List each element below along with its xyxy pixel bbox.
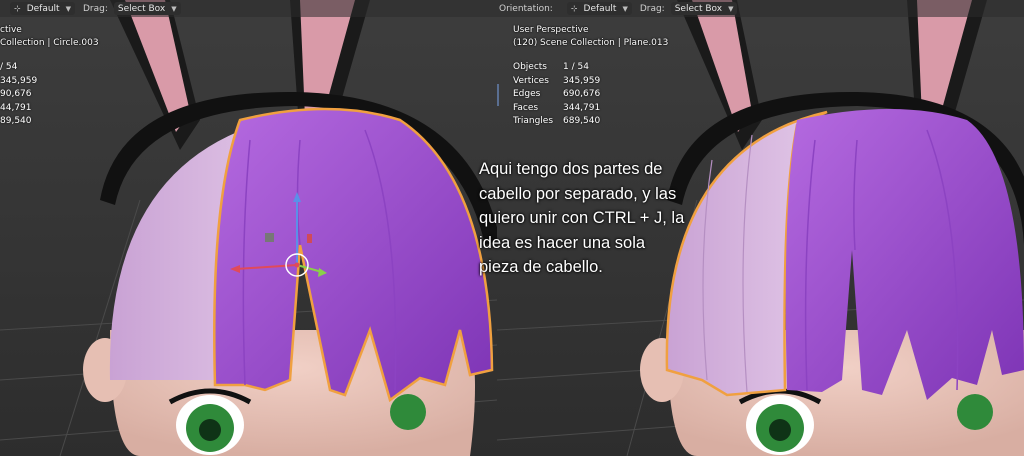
stat-triangles: 89,540: [0, 116, 32, 126]
annotation-line: Aqui tengo dos partes de: [479, 160, 663, 178]
annotation-text: Aqui tengo dos partes de cabello por sep…: [479, 157, 699, 280]
stat-vertices: Vertices 345,959: [513, 75, 601, 86]
stats-panel: / 54 345,959 90,676 44,791 89,540: [0, 61, 37, 129]
drag-dropdown[interactable]: Select Box ▼: [113, 2, 181, 15]
perspective-text: ctive: [0, 25, 22, 35]
transform-pivot-icon: ⊹: [570, 4, 578, 13]
left-scene: [0, 0, 497, 456]
annotation-line: pieza de cabello.: [479, 258, 603, 276]
pivot-dropdown[interactable]: ⊹ Default ▼: [10, 2, 75, 15]
collection-text: (120) Scene Collection | Plane.013: [513, 38, 669, 48]
annotation-line: cabello por separado, y las: [479, 184, 677, 203]
collection-text: Collection | Circle.003: [0, 38, 99, 48]
stat-objects: Objects 1 / 54: [513, 62, 589, 72]
chevron-down-icon: ▼: [171, 4, 177, 13]
stats-panel: Objects 1 / 54 Vertices 345,959 Edges 690,6…: [513, 61, 600, 129]
left-viewport-header: ⊹ Default ▼ Drag: Select Box ▼: [0, 0, 497, 17]
stat-vertices: 345,959: [0, 75, 38, 86]
transform-pivot-icon: ⊹: [14, 4, 21, 13]
stat-triangles: Triangles 689,540: [513, 116, 601, 126]
left-viewport[interactable]: ⊹ Default ▼ Drag: Select Box ▼ ctive Col…: [0, 0, 497, 456]
annotation-line: idea es hacer una sola: [479, 233, 646, 252]
pivot-dropdown[interactable]: ⊹ Default ▼: [566, 2, 632, 15]
viewport-info: User Perspective (120) Scene Collection …: [513, 24, 668, 50]
viewport-info: ctive Collection | Circle.003: [0, 24, 99, 50]
stat-objects: / 54: [0, 62, 18, 72]
chevron-down-icon: ▼: [622, 4, 628, 13]
annotation-line: quiero unir con CTRL + J, la: [479, 209, 685, 227]
stat-faces: 44,791: [0, 102, 32, 113]
chevron-down-icon: ▼: [728, 4, 734, 13]
perspective-text: User Perspective: [513, 25, 589, 35]
sidebar-edge-indicator: [497, 84, 499, 106]
stat-edges: 90,676: [0, 89, 32, 99]
right-viewport-header: Orientation: ⊹ Default ▼ Drag: Select Bo…: [497, 0, 1024, 17]
drag-label: Drag:: [639, 3, 665, 14]
orientation-label: Orientation:: [499, 3, 553, 14]
chevron-down-icon: ▼: [65, 4, 71, 13]
drag-dropdown[interactable]: Select Box ▼: [670, 2, 738, 15]
drag-label: Drag:: [82, 3, 108, 14]
stat-faces: Faces 344,791: [513, 102, 601, 113]
stat-edges: Edges 690,676: [513, 89, 601, 99]
